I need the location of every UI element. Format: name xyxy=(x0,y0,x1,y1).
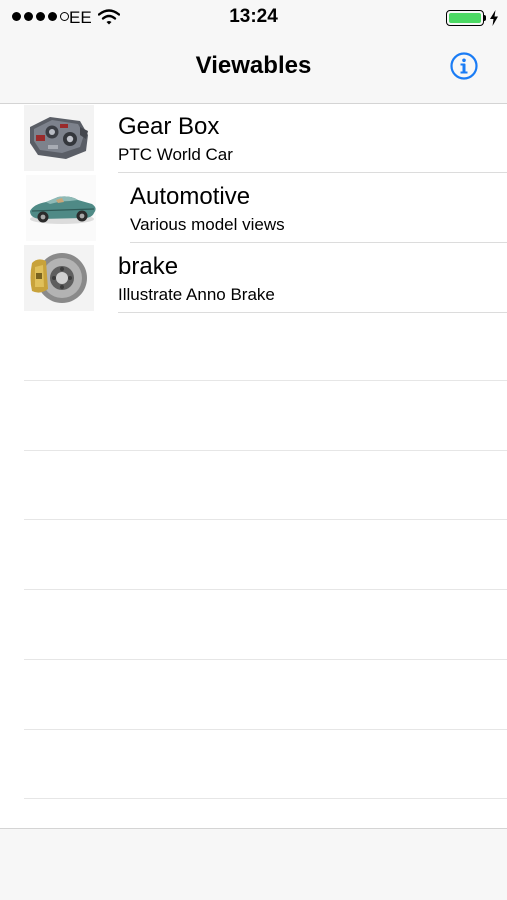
viewable-title: Gear Box xyxy=(118,113,220,140)
empty-row-separator xyxy=(24,729,507,730)
brake-thumbnail xyxy=(24,245,94,311)
viewable-subtitle: PTC World Car xyxy=(118,145,233,164)
empty-row-separator xyxy=(24,798,507,799)
viewables-list: Gear Box PTC World Car Automotive Variou… xyxy=(0,103,507,313)
info-icon[interactable] xyxy=(449,51,479,81)
empty-row-separator xyxy=(24,659,507,660)
row-separator xyxy=(118,312,507,313)
empty-row-separator xyxy=(24,380,507,381)
viewable-title: brake xyxy=(118,253,179,280)
list-item[interactable]: brake Illustrate Anno Brake xyxy=(0,243,507,313)
gearbox-thumbnail xyxy=(24,105,94,171)
page-title: Viewables xyxy=(195,52,312,79)
app-screen: EE 13:24 Viewables Gear Box PTC World Ca… xyxy=(0,0,507,900)
car-thumbnail xyxy=(26,175,96,241)
empty-row-separator xyxy=(24,450,507,451)
viewable-subtitle: Illustrate Anno Brake xyxy=(118,285,275,304)
viewable-subtitle: Various model views xyxy=(130,215,285,234)
status-bar: EE 13:24 xyxy=(0,0,507,36)
list-item[interactable]: Gear Box PTC World Car xyxy=(0,103,507,173)
viewable-title: Automotive xyxy=(130,183,251,210)
status-time: 13:24 xyxy=(229,6,278,27)
battery-level-fill xyxy=(448,12,481,23)
bolt-icon xyxy=(490,10,498,26)
bottom-toolbar xyxy=(0,828,507,900)
list-item[interactable]: Automotive Various model views xyxy=(0,173,507,243)
empty-row-separator xyxy=(24,589,507,590)
battery-icon xyxy=(446,10,484,26)
empty-row-separator xyxy=(24,519,507,520)
